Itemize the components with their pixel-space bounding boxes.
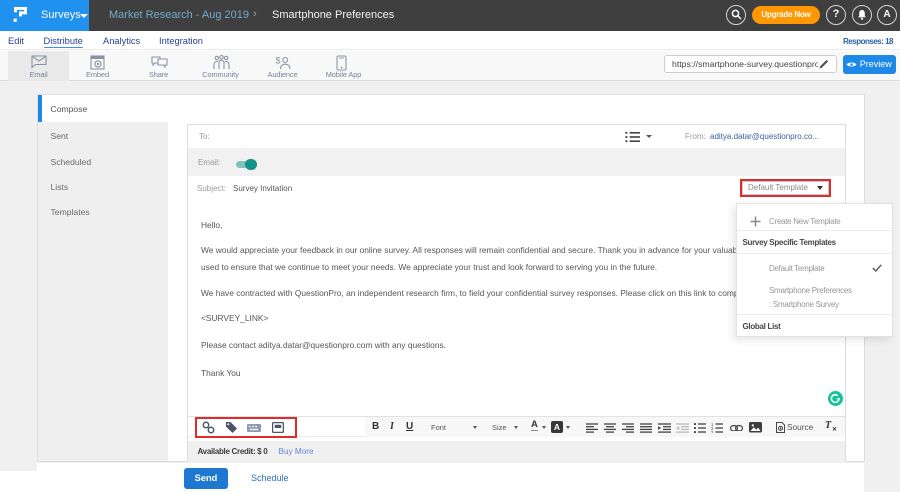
svg-text:$: $ [275, 55, 280, 65]
svg-text:3: 3 [711, 430, 714, 433]
